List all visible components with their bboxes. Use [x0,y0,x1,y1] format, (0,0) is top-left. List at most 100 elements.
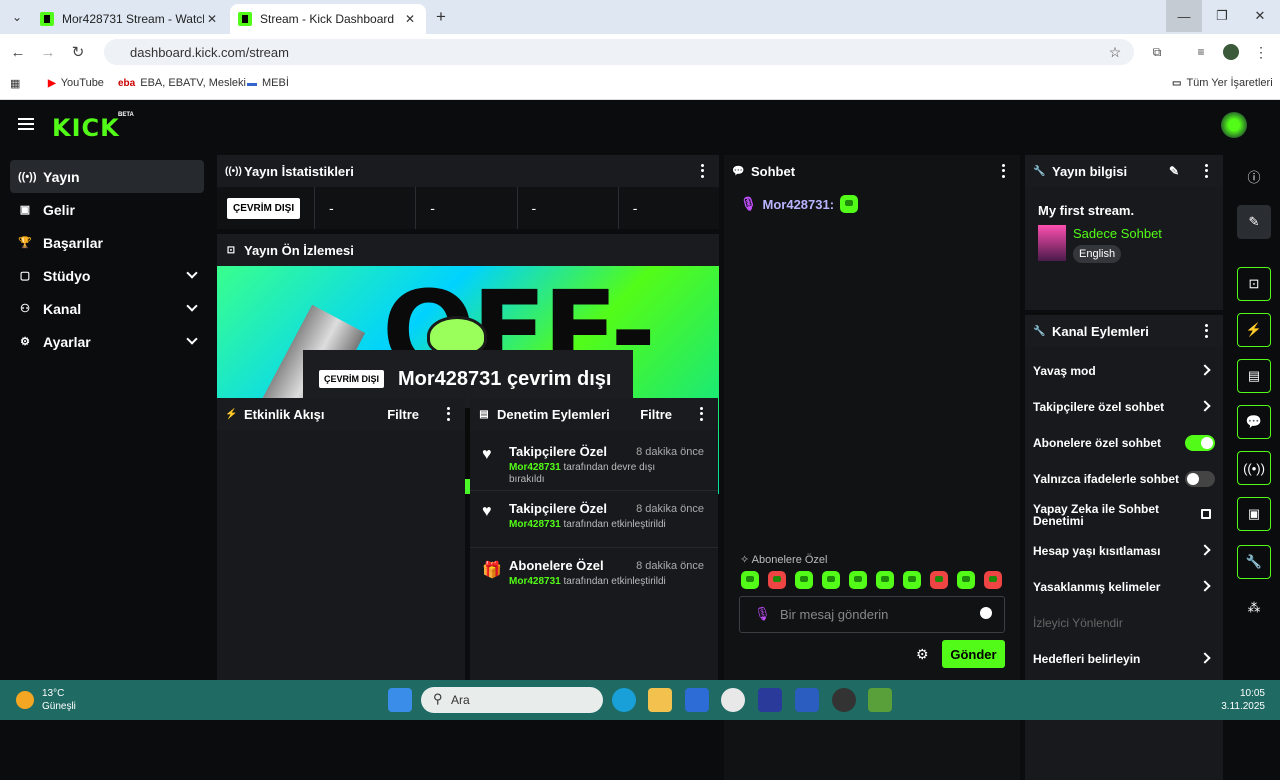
menu-icon[interactable]: ⋮ [1250,41,1272,63]
sidebar-item-studyo[interactable]: ▢ Stüdyo [10,259,204,292]
emote-icon[interactable] [984,571,1002,589]
emote-icon[interactable] [903,571,921,589]
bookmark-youtube[interactable]: ▶ YouTube [48,77,104,89]
windows-start-icon[interactable] [388,688,412,712]
sidebar-item-ayarlar[interactable]: ⚙ Ayarlar [10,325,204,358]
restore-icon[interactable]: ❐ [1204,0,1240,32]
kick-logo[interactable]: KICK [52,114,120,142]
file-explorer-icon[interactable] [648,688,672,712]
action-followers-only[interactable]: Takipçilere özel sohbet [1025,389,1223,425]
taskbar-search[interactable]: ⚲ Ara [421,687,603,713]
preview-icon[interactable]: ⊡ [1237,267,1271,301]
list-item: ♥ Takipçilere Özel 8 dakika önce Mor4287… [470,491,718,548]
info-icon[interactable]: ⓘ [1237,159,1271,193]
emote-icon[interactable] [822,571,840,589]
bookmark-star-icon[interactable]: ☆ [1104,41,1126,63]
chat-input[interactable]: 🎙 Bir mesaj gönderin [739,596,1005,633]
right-toolbar: ⓘ ✎ ⊡ ⚡ ▤ 💬 ((•)) ▣ 🔧 ⁂ [1228,155,1280,680]
extensions-icon[interactable]: ⧉ [1146,41,1168,63]
address-bar[interactable]: dashboard.kick.com/stream [104,39,1134,65]
category-thumbnail [1038,225,1066,261]
stream-title: My first stream. [1038,203,1135,218]
all-bookmarks[interactable]: ▭ Tüm Yer İşaretleri [1172,77,1273,89]
sidebar-item-gelir[interactable]: ▣ Gelir [10,193,204,226]
close-tab-icon[interactable]: ✕ [402,12,418,26]
apps-icon[interactable]: ▦ [10,77,20,90]
edit-pencil-icon[interactable]: ✎ [1169,164,1179,178]
tab-watch-live[interactable]: Mor428731 Stream - Watch Liv ✕ [32,4,228,34]
back-icon[interactable]: ← [7,41,29,63]
reload-icon[interactable]: ↻ [67,41,89,63]
close-tab-icon[interactable]: ✕ [204,12,220,26]
more-options-icon[interactable] [1000,163,1006,179]
emote-icon[interactable] [957,571,975,589]
more-options-icon[interactable] [698,406,704,422]
more-options-icon[interactable] [1203,163,1209,179]
weather-icon[interactable] [16,691,34,709]
action-slow-mode[interactable]: Yavaş mod [1025,353,1223,389]
tab-search-icon[interactable]: ⌄ [6,6,28,28]
filter-button[interactable]: Filtre [387,407,419,422]
more-options-icon[interactable] [445,406,451,422]
more-options-icon[interactable] [1203,323,1209,339]
share-icon[interactable]: ⁂ [1237,591,1271,625]
chrome-icon[interactable] [721,688,745,712]
forward-icon[interactable]: → [37,41,59,63]
edit-icon[interactable]: ✎ [1237,205,1271,239]
action-banned-words[interactable]: Yasaklanmış kelimeler [1025,569,1223,605]
preview-panel-header: ⊡ Yayın Ön İzlemesi [217,234,719,266]
stream-info-panel: 🔧 Yayın bilgisi ✎ My first stream. Sadece … [1025,155,1223,310]
sidebar-item-yayin[interactable]: ((•)) Yayın [10,160,204,193]
sidebar-item-basarilar[interactable]: 🏆 Başarılar [10,226,204,259]
tab-dashboard[interactable]: Stream - Kick Dashboard ✕ [230,4,426,34]
close-window-icon[interactable]: ✕ [1242,0,1278,32]
emotes-only-toggle[interactable] [1185,471,1215,487]
emote-icon[interactable] [768,571,786,589]
emote-icon[interactable] [741,571,759,589]
gift-icon: 🎁 [482,562,502,579]
more-options-icon[interactable] [699,163,705,179]
action-account-age[interactable]: Hesap yaşı kısıtlaması [1025,533,1223,569]
browser-tab-bar: ⌄ Mor428731 Stream - Watch Liv ✕ Stream … [0,0,1280,34]
stat-value: - [518,187,619,229]
video-icon[interactable]: ▣ [1237,497,1271,531]
filter-button[interactable]: Filtre [640,407,672,422]
wrench-icon[interactable]: 🔧 [1237,545,1271,579]
emote-icon[interactable] [876,571,894,589]
l-app-icon[interactable] [758,688,782,712]
edge-icon[interactable] [612,688,636,712]
send-button[interactable]: Gönder [942,640,1005,668]
broadcast-icon[interactable]: ((•)) [1237,451,1271,485]
new-tab-icon[interactable]: + [430,6,452,28]
media-icon[interactable]: ≡ [1190,41,1212,63]
tab-title: Mor428731 Stream - Watch Liv [62,12,204,26]
action-ai-moderation[interactable]: Yapay Zeka ile Sohbet Denetimi [1025,497,1223,533]
bookmark-eba[interactable]: eba EBA, EBATV, Mesleki... [118,77,255,89]
chat-settings-gear-icon[interactable]: ⚙ [916,646,929,663]
emote-icon[interactable] [930,571,948,589]
word-icon[interactable] [795,688,819,712]
minecraft-icon[interactable] [868,688,892,712]
bookmark-mebi[interactable]: ▬ MEBİ [247,77,289,89]
system-clock[interactable]: 10:05 3.11.2025 [1210,687,1265,713]
profile-icon[interactable] [1220,41,1242,63]
chat-icon[interactable]: 💬 [1237,405,1271,439]
category-link[interactable]: Sadece Sohbet [1073,226,1162,241]
chevron-right-icon [1199,652,1211,664]
action-set-goals[interactable]: Hedefleri belirleyin [1025,641,1223,677]
weather-widget[interactable]: 13°C Güneşli [42,687,76,713]
sidebar-item-kanal[interactable]: ⚇ Kanal [10,292,204,325]
emote-icon[interactable] [795,571,813,589]
minimize-icon[interactable]: — [1166,0,1202,32]
hamburger-menu-icon[interactable] [18,118,34,130]
beta-label: BETA [118,112,134,118]
emoji-picker-icon[interactable] [980,607,992,619]
subscribers-only-toggle[interactable] [1185,435,1215,451]
emote-icon[interactable] [849,571,867,589]
lightning-icon[interactable]: ⚡ [1237,313,1271,347]
avatar[interactable] [1221,112,1247,138]
heart-icon: ♥ [482,446,492,463]
obs-icon[interactable] [832,688,856,712]
document-icon[interactable]: ▤ [1237,359,1271,393]
store-icon[interactable] [685,688,709,712]
